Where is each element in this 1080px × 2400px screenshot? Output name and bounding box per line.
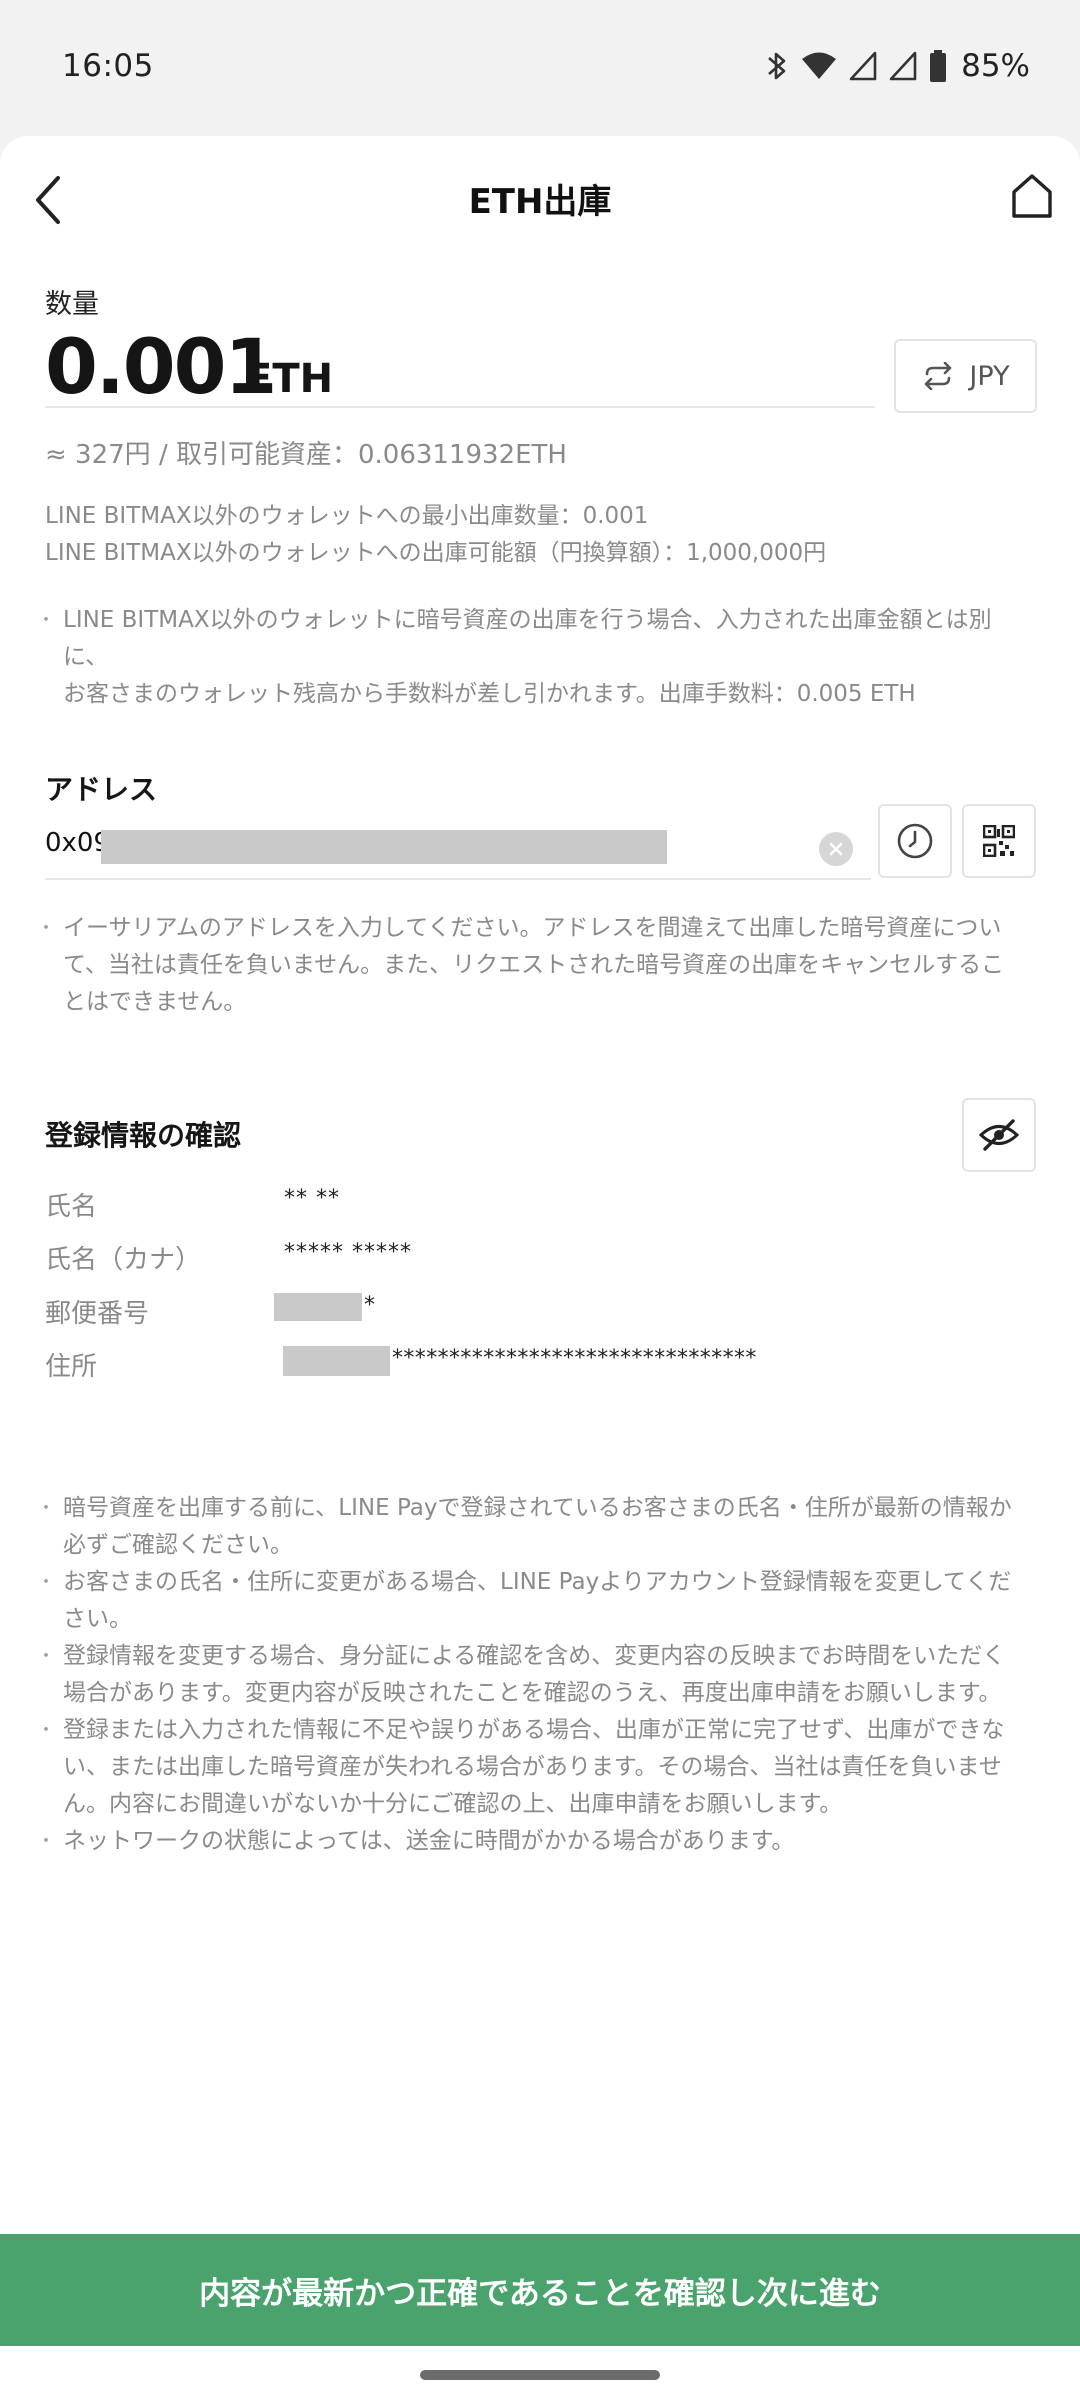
- fee-note-line: お客さまのウォレット残高から手数料が差し引かれます。出庫手数料：0.005 ET…: [63, 681, 916, 707]
- toggle-visibility-button[interactable]: [962, 1098, 1036, 1172]
- currency-toggle-label: JPY: [969, 360, 1010, 392]
- residence-redaction: [283, 1346, 390, 1376]
- status-bar: 16:05 85%: [0, 0, 1080, 136]
- address-history-button[interactable]: [878, 804, 952, 878]
- page-title: ETH出庫: [468, 182, 612, 222]
- kana-value: ***** *****: [284, 1240, 412, 1265]
- currency-toggle-button[interactable]: JPY: [894, 339, 1037, 413]
- residence-value: ********************************: [392, 1346, 757, 1371]
- quantity-label: 数量: [45, 289, 99, 320]
- address-input[interactable]: 0x09: [45, 814, 871, 880]
- note-item: 登録または入力された情報に不足や誤りがある場合、出庫が正常に完了せず、出庫ができ…: [37, 1712, 1035, 1823]
- status-time: 16:05: [62, 48, 154, 84]
- fee-note: LINE BITMAX以外のウォレットに暗号資産の出庫を行う場合、入力された出庫…: [37, 602, 1035, 713]
- note-item: 暗号資産を出庫する前に、LINE Payで登録されているお客さまの氏名・住所が最…: [37, 1490, 1035, 1564]
- eye-off-icon: [979, 1119, 1019, 1151]
- kana-label: 氏名（カナ）: [45, 1245, 202, 1275]
- quantity-input[interactable]: 0.001 ETH: [45, 326, 875, 408]
- fee-note-line: LINE BITMAX以外のウォレットに暗号資産の出庫を行う場合、入力された出庫…: [37, 602, 1035, 676]
- signal-icon: [889, 51, 917, 81]
- battery-percentage: 85%: [961, 48, 1030, 84]
- note-item: 登録情報を変更する場合、身分証による確認を含め、変更内容の反映までお時間をいただ…: [37, 1638, 1035, 1712]
- confirm-next-button[interactable]: 内容が最新かつ正確であることを確認し次に進む: [0, 2234, 1080, 2346]
- postal-code-label: 郵便番号: [45, 1299, 150, 1329]
- note-item: ネットワークの状態によっては、送金に時間がかかる場合があります。: [37, 1823, 1035, 1860]
- postal-code-redaction: [274, 1293, 362, 1321]
- address-note-line: イーサリアムのアドレスを入力してください。アドレスを間違えて出庫した暗号資産につ…: [37, 910, 1035, 947]
- quantity-value: 0.001: [45, 322, 277, 411]
- clock-icon: [897, 823, 933, 859]
- clear-icon[interactable]: [819, 832, 853, 866]
- qr-scan-button[interactable]: [962, 804, 1036, 878]
- registration-title: 登録情報の確認: [45, 1119, 242, 1152]
- address-note: イーサリアムのアドレスを入力してください。アドレスを間違えて出庫した暗号資産につ…: [37, 910, 1035, 1021]
- home-button[interactable]: [1010, 172, 1054, 220]
- confirm-next-label: 内容が最新かつ正確であることを確認し次に進む: [199, 2275, 881, 2312]
- battery-icon: [930, 50, 947, 82]
- withdrawal-sheet: ETH出庫 数量 0.001 ETH JPY ≈ 327円 / 取引可能資産：0…: [0, 136, 1080, 2400]
- note-item: お客さまの氏名・住所に変更がある場合、LINE Payよりアカウント登録情報を変…: [37, 1564, 1035, 1638]
- quantity-unit: ETH: [245, 356, 334, 402]
- name-label: 氏名: [45, 1192, 98, 1222]
- max-withdrawal-text: LINE BITMAX以外のウォレットへの出庫可能額（円換算額）：1,000,0…: [45, 540, 827, 566]
- min-withdrawal-text: LINE BITMAX以外のウォレットへの最小出庫数量：0.001: [45, 503, 649, 529]
- bluetooth-icon: [768, 52, 786, 80]
- address-note-line: とはできません。: [63, 989, 247, 1015]
- address-label: アドレス: [45, 773, 158, 806]
- qr-code-icon: [983, 825, 1015, 857]
- wifi-icon: [802, 52, 837, 79]
- name-value: ** **: [284, 1186, 340, 1211]
- address-note-line: て、当社は責任を負いません。また、リクエストされた暗号資産の出庫をキャンセルする…: [63, 952, 1005, 978]
- address-redaction: [101, 830, 667, 864]
- app-header: ETH出庫: [0, 136, 1080, 252]
- residence-label: 住所: [45, 1352, 98, 1382]
- notes-list: 暗号資産を出庫する前に、LINE Payで登録されているお客さまの氏名・住所が最…: [37, 1490, 1035, 1860]
- signal-icon: [849, 51, 877, 81]
- home-indicator: [420, 2370, 660, 2380]
- status-icons: 85%: [765, 46, 1030, 86]
- quantity-summary: ≈ 327円 / 取引可能資産：0.06311932ETH: [45, 440, 567, 470]
- postal-code-value: *: [364, 1293, 376, 1318]
- swap-icon: [925, 362, 952, 390]
